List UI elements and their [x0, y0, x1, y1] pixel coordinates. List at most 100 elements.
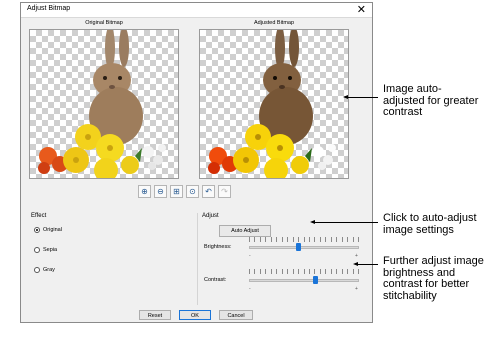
- adjusted-bitmap-preview: [199, 29, 349, 179]
- slider-tick: [254, 269, 256, 274]
- annotation-line: Further adjust image: [383, 255, 484, 267]
- brightness-label: Brightness:: [204, 244, 232, 250]
- slider-tick: [330, 237, 332, 242]
- auto-adjust-button[interactable]: Auto Adjust: [219, 225, 271, 237]
- slider-tick: [352, 269, 354, 274]
- slider-tick: [287, 269, 289, 274]
- slider-tick: [336, 269, 338, 274]
- callout-arrow-icon: [310, 220, 315, 224]
- slider-tick: [276, 237, 278, 242]
- slider-tick: [303, 269, 305, 274]
- contrast-max-mark: +: [355, 286, 358, 292]
- callout-line-preview: [346, 97, 378, 98]
- effect-option-sepia[interactable]: Sepia: [34, 247, 57, 253]
- close-icon[interactable]: ✕: [357, 3, 366, 17]
- slider-tick: [281, 237, 283, 242]
- slider-tick: [292, 269, 294, 274]
- slider-tick: [341, 237, 343, 242]
- adjust-group-heading: Adjust: [202, 213, 219, 219]
- slider-tick: [336, 237, 338, 242]
- adjust-bitmap-dialog: Adjust Bitmap ✕ Original Bitmap Adjusted…: [20, 2, 373, 323]
- slider-tick: [281, 269, 283, 274]
- slider-tick: [303, 237, 305, 242]
- contrast-min-mark: -: [249, 286, 251, 292]
- rabbit-and-flowers-image: [38, 30, 166, 178]
- radio-icon: [34, 267, 40, 273]
- brightness-ticks: [249, 237, 359, 242]
- slider-tick: [249, 269, 250, 274]
- slider-tick: [254, 237, 256, 242]
- slider-tick: [298, 269, 300, 274]
- brightness-max-mark: +: [355, 253, 358, 259]
- brightness-slider-thumb[interactable]: [296, 243, 301, 251]
- contrast-slider[interactable]: [249, 279, 359, 282]
- annotation-line: Click to auto-adjust: [383, 212, 477, 224]
- zoom-out-icon[interactable]: ⊖: [154, 185, 167, 198]
- slider-tick: [259, 269, 261, 274]
- undo-icon[interactable]: ↶: [202, 185, 215, 198]
- original-bitmap-label: Original Bitmap: [85, 20, 123, 26]
- effect-option-label: Original: [43, 227, 62, 233]
- contrast-label: Contrast:: [204, 277, 227, 283]
- annotation-preview: Image auto- adjusted for greater contras…: [383, 83, 478, 119]
- brightness-slider[interactable]: [249, 246, 359, 249]
- slider-tick: [347, 237, 349, 242]
- slider-tick: [270, 237, 272, 242]
- radio-selected-icon: [34, 227, 40, 233]
- callout-line-auto-adjust: [313, 222, 378, 223]
- zoom-in-icon[interactable]: ⊕: [138, 185, 151, 198]
- annotation-line: stitchability: [383, 289, 437, 302]
- adjusted-bitmap-label: Adjusted Bitmap: [253, 20, 295, 26]
- slider-tick: [298, 237, 300, 242]
- zoom-fit-icon[interactable]: ⊞: [170, 185, 183, 198]
- group-divider: [197, 213, 198, 305]
- slider-tick: [265, 237, 267, 242]
- slider-tick: [319, 269, 321, 274]
- dialog-title: Adjust Bitmap: [27, 5, 71, 12]
- zoom-actual-icon[interactable]: ⊙: [186, 185, 199, 198]
- slider-tick: [314, 269, 316, 274]
- rabbit-and-flowers-adjusted-image: [208, 30, 336, 178]
- ok-button[interactable]: OK: [179, 310, 211, 320]
- slider-tick: [308, 269, 310, 274]
- zoom-toolbar: ⊕ ⊖ ⊞ ⊙ ↶ ↷: [138, 185, 231, 201]
- slider-tick: [314, 237, 316, 242]
- annotation-line: Image auto-: [383, 83, 442, 95]
- effect-option-label: Sepia: [43, 247, 58, 253]
- slider-tick: [358, 237, 359, 242]
- redo-icon: ↷: [218, 185, 231, 198]
- cancel-button[interactable]: Cancel: [219, 310, 253, 320]
- slider-tick: [287, 237, 289, 242]
- slider-tick: [276, 269, 278, 274]
- slider-tick: [341, 269, 343, 274]
- annotation-line: contrast for better: [383, 278, 470, 290]
- annotation-line: contrast: [383, 106, 423, 118]
- slider-tick: [330, 269, 332, 274]
- brightness-min-mark: -: [249, 253, 251, 259]
- slider-tick: [325, 269, 327, 274]
- callout-line-sliders: [356, 264, 378, 265]
- radio-icon: [34, 247, 40, 253]
- annotation-sliders: Further adjust image brightness and cont…: [383, 255, 484, 302]
- contrast-slider-thumb[interactable]: [312, 276, 318, 284]
- contrast-ticks: [249, 269, 359, 274]
- slider-tick: [347, 269, 349, 274]
- slider-tick: [358, 269, 359, 274]
- slider-tick: [325, 237, 327, 242]
- title-bar: Adjust Bitmap ✕: [21, 3, 372, 18]
- slider-tick: [352, 237, 354, 242]
- slider-tick: [270, 269, 272, 274]
- callout-arrow-icon: [353, 262, 358, 266]
- annotation-auto-adjust: Click to auto-adjust image settings: [383, 212, 477, 236]
- slider-tick: [265, 269, 267, 274]
- reset-button[interactable]: Reset: [139, 310, 171, 320]
- slider-tick: [292, 237, 294, 242]
- slider-tick: [308, 237, 310, 242]
- slider-tick: [319, 237, 321, 242]
- effect-option-label: Gray: [43, 267, 55, 273]
- original-bitmap-preview: [29, 29, 179, 179]
- effect-option-gray[interactable]: Gray: [34, 267, 55, 273]
- effect-option-original[interactable]: Original: [34, 227, 62, 233]
- effect-group-heading: Effect: [31, 213, 47, 219]
- slider-tick: [259, 237, 261, 242]
